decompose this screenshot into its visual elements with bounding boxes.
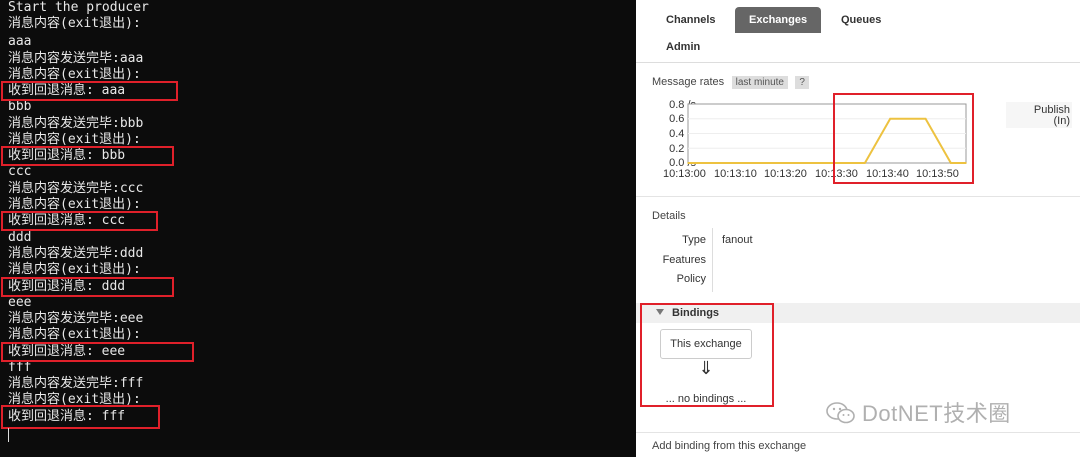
highlight-box [1, 81, 178, 101]
console-line: 消息内容发送完毕:bbb [8, 116, 144, 131]
add-binding-heading[interactable]: Add binding from this exchange [652, 440, 806, 452]
features-label: Features [662, 254, 706, 266]
text-cursor [8, 428, 9, 442]
console-line: 消息内容发送完毕:aaa [8, 51, 144, 66]
management-panel: Channels Exchanges Queues Admin Message … [636, 0, 1080, 457]
data-point [687, 162, 689, 164]
highlight-box [1, 146, 174, 166]
type-label: Type [682, 234, 706, 246]
watermark-text: DotNET技术圈 [862, 401, 1011, 426]
console-line: bbb [8, 99, 32, 114]
highlight-box [1, 342, 194, 362]
console-line: fff [8, 360, 32, 375]
highlight-box [1, 277, 174, 297]
highlight-box [833, 93, 974, 184]
console-line: 消息内容发送完毕:ccc [8, 181, 144, 196]
x-tick-label: 10:13:00 [663, 168, 706, 180]
console-line: eee [8, 295, 32, 310]
highlight-box [1, 211, 158, 231]
console-line: aaa [8, 34, 32, 49]
legend-label: Publish [1033, 104, 1070, 116]
watermark: DotNET技术圈 [826, 396, 1011, 428]
legend-label: (In) [1053, 115, 1071, 127]
console-line: 消息内容(exit退出): [8, 262, 141, 277]
details-heading: Details [652, 210, 686, 222]
console-window: Start the producer 消息内容(exit退出): aaa 消息内… [0, 0, 636, 457]
x-tick-label: 10:13:10 [714, 168, 757, 180]
x-tick-label: 10:13:20 [764, 168, 807, 180]
type-value: fanout [722, 234, 753, 246]
console-line: 消息内容(exit退出): [8, 16, 141, 31]
console-line: 消息内容发送完毕:fff [8, 376, 144, 391]
wechat-icon [826, 402, 855, 424]
console-line: ddd [8, 230, 32, 245]
section-divider [636, 432, 1080, 433]
highlight-box [640, 303, 774, 407]
console-line: Start the producer [8, 0, 149, 15]
legend: Publish (In) [1006, 102, 1072, 128]
console-line: 消息内容发送完毕:eee [8, 311, 144, 326]
console-line: 消息内容发送完毕:ddd [8, 246, 144, 261]
console-line: ccc [8, 164, 32, 179]
details-divider [712, 228, 713, 292]
section-divider [636, 196, 1080, 197]
console-line: 消息内容(exit退出): [8, 327, 141, 342]
highlight-box [1, 405, 160, 429]
policy-label: Policy [676, 273, 706, 285]
